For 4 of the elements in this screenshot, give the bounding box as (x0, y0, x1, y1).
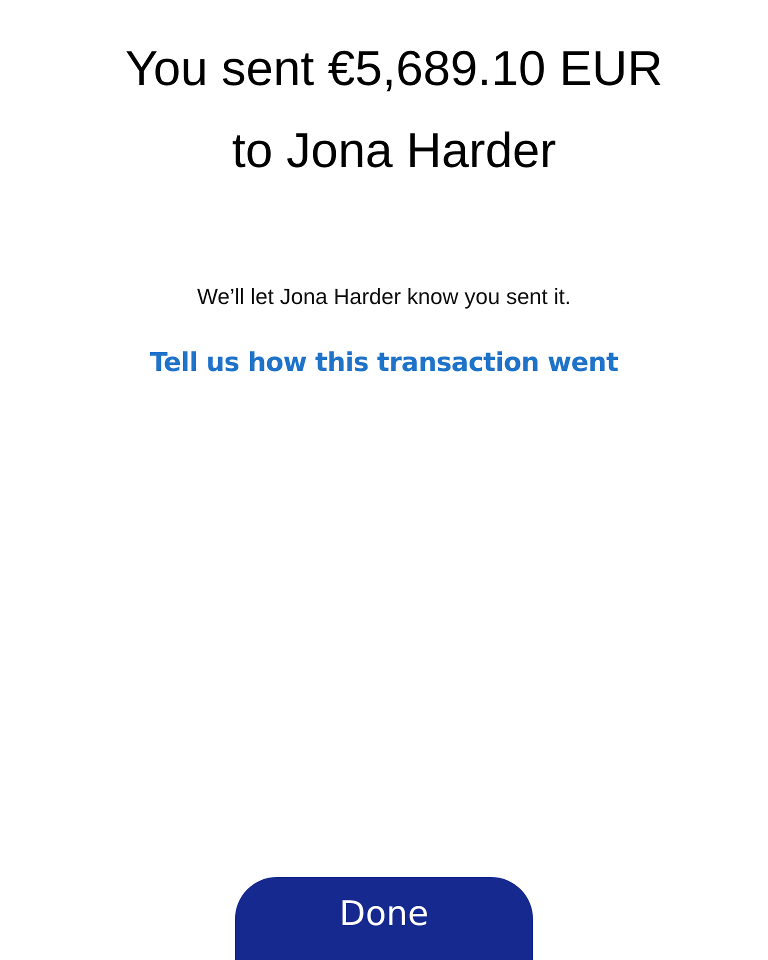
notification-message: We’ll let Jona Harder know you sent it. (197, 284, 571, 310)
done-button[interactable]: Done (235, 877, 533, 960)
feedback-link[interactable]: Tell us how this transaction went (150, 348, 618, 378)
confirmation-title: You sent €5,689.10 EUR to Jona Harder (124, 41, 664, 180)
